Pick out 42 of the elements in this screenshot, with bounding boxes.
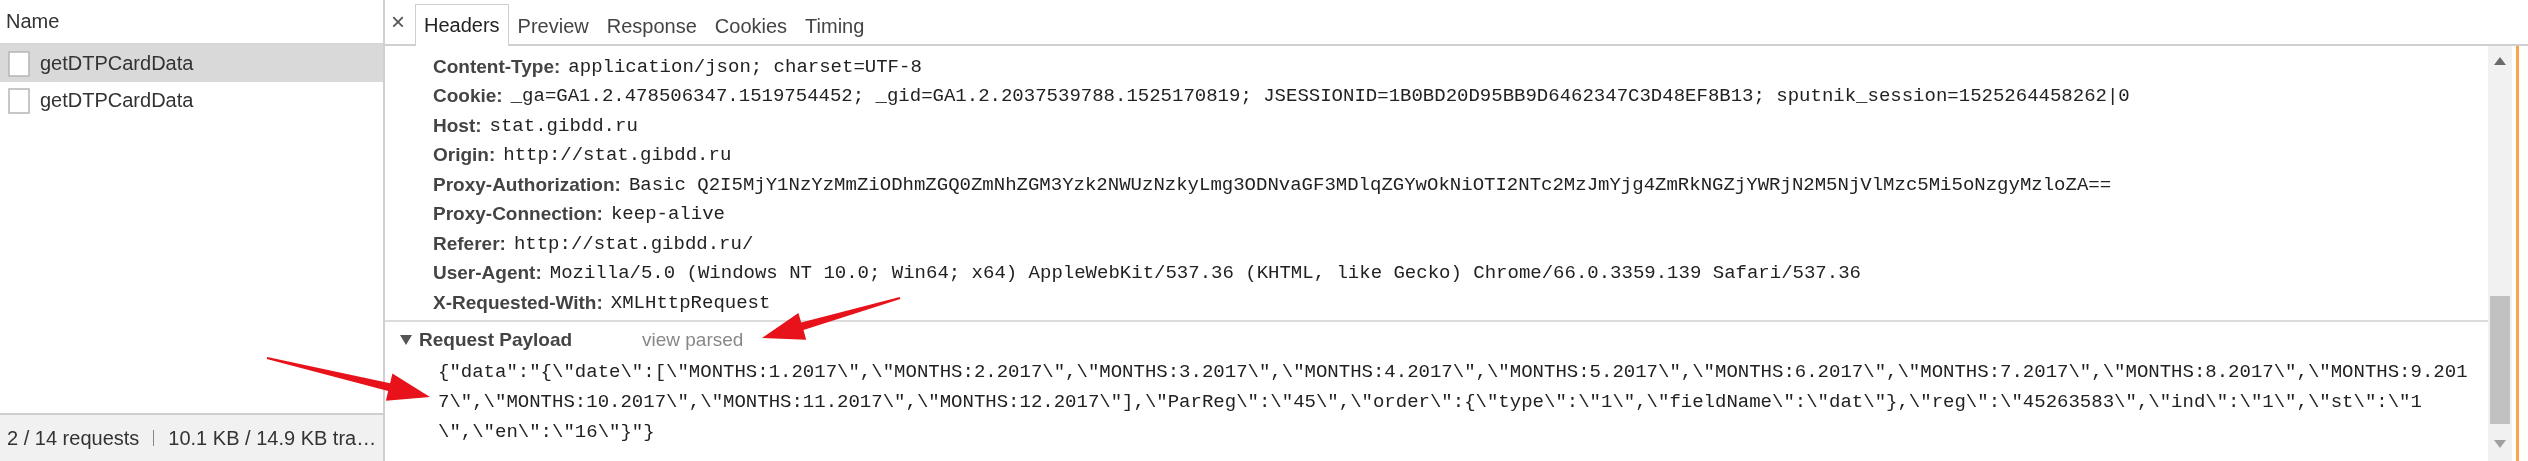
header-value: keep-alive <box>610 203 725 226</box>
header-name: Referer: <box>433 232 506 255</box>
tab[interactable]: Cookies <box>705 6 797 46</box>
header-value: http://stat.gibdd.ru/ <box>513 232 754 255</box>
section-title[interactable]: Request Payload <box>419 329 642 351</box>
header-name: Origin: <box>433 144 496 167</box>
view-parsed-link[interactable]: view parsed <box>642 329 744 351</box>
header-value: Mozilla/5.0 (Windows NT 10.0; Win64; x64) AppleWebKit/537.36 (KHTML, like Gecko) Chrome/66.0.3359.139 Safari/537.36 <box>549 262 1861 285</box>
header-value: XMLHttpRequest <box>610 291 771 314</box>
header-name: Proxy-Authorization: <box>433 173 621 196</box>
payload-line: 7\",\"MONTHS:10.2017\",\"MONTHS:11.2017\",\"MONTHS:12.2017\"],\"ParReg\":\"45\",\"order\":{\"type\":\"1\",\"fieldName\":\"dat\"},\"reg\":\"45263583\",\"ind\":\"1\",\"st\":\"1 <box>438 390 2423 415</box>
header-name: User-Agent: <box>433 262 542 285</box>
request-row[interactable]: getDTPCardData <box>0 82 383 119</box>
transfer-size: 10.1 KB / 14.9 KB tra… <box>168 426 377 450</box>
payload-line: \",\"en\":\"16\"}"} <box>438 420 656 445</box>
header-value: _ga=GA1.2.478506347.1519754452; _gid=GA1.2.2037539788.1525170819; JSESSIONID=1B0BD20D95BB9D6462347C3D48EF8B13; sputnik_session=1525264458262|0 <box>510 85 2130 108</box>
scrollbar[interactable] <box>2488 46 2512 461</box>
tab[interactable]: Timing <box>796 6 874 46</box>
header-value: stat.gibdd.ru <box>489 114 638 137</box>
document-icon <box>8 50 30 77</box>
tab[interactable]: Headers <box>415 4 509 46</box>
request-name: getDTPCardData <box>40 89 194 112</box>
header-name: Content-Type: <box>433 55 561 78</box>
request-name: getDTPCardData <box>40 52 194 75</box>
header-name: Host: <box>433 114 482 137</box>
header-name: Proxy-Connection: <box>433 203 603 226</box>
scroll-thumb[interactable] <box>2490 296 2510 424</box>
close-button[interactable]: × <box>385 0 415 44</box>
request-count: 2 / 14 requests <box>7 426 140 450</box>
tab[interactable]: Preview <box>508 6 598 46</box>
tab[interactable]: Response <box>597 6 706 46</box>
header-value: application/json; charset=UTF-8 <box>568 55 922 78</box>
header-name: X-Requested-With: <box>433 291 603 314</box>
request-row[interactable]: getDTPCardData <box>0 45 383 82</box>
header-value: Basic Q2I5MjY1NzYzMmZiODhmZGQ0ZmNhZGM3Yzk2NWUzNzkyLmg3ODNvaGF3MDlqZGYwOkNiOTI2NTc2MzJmYjg4ZmRkNGZjYWRjN2M5NjVlMzc5Mi5oNzgyMzloZA== <box>628 173 2112 196</box>
scroll-down-icon[interactable] <box>2493 439 2507 449</box>
header-name: Cookie: <box>433 85 503 108</box>
document-icon <box>8 87 30 114</box>
expand-triangle-icon[interactable] <box>399 334 413 346</box>
header-value: http://stat.gibdd.ru <box>503 144 732 167</box>
payload-line: {"data":"{\"date\":[\"MONTHS:1.2017\",\"MONTHS:2.2017\",\"MONTHS:3.2017\",\"MONTHS:4.2017\",\"MONTHS:5.2017\",\"MONTHS:6.2017\",\"MONTHS:7.2017\",\"MONTHS:8.2017\",\"MONTHS:9.201 <box>438 360 2469 385</box>
scroll-up-icon[interactable] <box>2493 56 2507 66</box>
